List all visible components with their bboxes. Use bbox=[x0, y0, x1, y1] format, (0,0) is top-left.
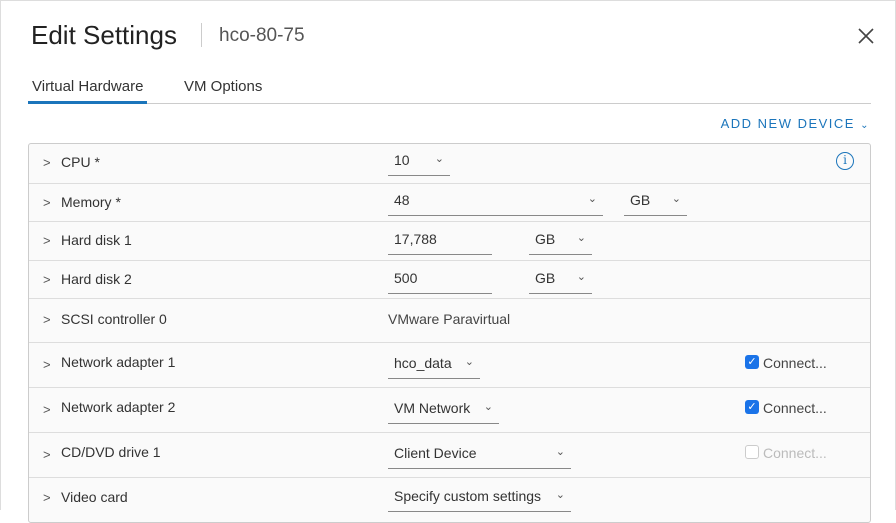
vm-name: hco-80-75 bbox=[219, 25, 305, 47]
row-hard-disk-1: > Hard disk 1 17,788 GB ⌄ bbox=[29, 222, 870, 261]
row-network-adapter-1: > Network adapter 1 hco_data ⌄ ✓ Connect.… bbox=[29, 343, 870, 388]
connect-checkbox[interactable]: ✓ bbox=[745, 400, 759, 414]
hard-disk-1-unit-select[interactable]: GB ⌄ bbox=[529, 231, 592, 255]
row-cd-dvd-drive: > CD/DVD drive 1 Client Device ⌄ Connect.… bbox=[29, 433, 870, 478]
add-new-device-label: ADD NEW DEVICE bbox=[721, 116, 855, 131]
hardware-table: > CPU * 10 ⌄ i > Memory * 48 ⌄ GB ⌄ > Hard … bbox=[28, 143, 871, 523]
video-card-select[interactable]: Specify custom settings ⌄ bbox=[388, 488, 571, 512]
row-label: CD/DVD drive 1 bbox=[61, 444, 161, 460]
unit-value: GB bbox=[535, 231, 555, 247]
close-icon[interactable] bbox=[856, 26, 876, 46]
connect-checkbox[interactable]: ✓ bbox=[745, 355, 759, 369]
cd-dvd-select[interactable]: Client Device ⌄ bbox=[388, 445, 571, 469]
cpu-value: 10 bbox=[394, 152, 410, 168]
network-2-select[interactable]: VM Network ⌄ bbox=[388, 400, 499, 424]
title-divider bbox=[201, 23, 202, 47]
tab-bar: Virtual Hardware VM Options bbox=[28, 76, 871, 104]
row-label: Memory * bbox=[61, 194, 121, 210]
chevron-down-icon: ⌄ bbox=[577, 270, 586, 283]
expand-chevron-icon[interactable]: > bbox=[43, 312, 51, 327]
row-label: Video card bbox=[61, 489, 128, 505]
row-label: Hard disk 1 bbox=[61, 232, 132, 248]
expand-chevron-icon[interactable]: > bbox=[43, 357, 51, 372]
row-label: SCSI controller 0 bbox=[61, 311, 167, 327]
network-value: hco_data bbox=[394, 355, 452, 371]
scsi-type: VMware Paravirtual bbox=[388, 311, 510, 327]
size-value: 17,788 bbox=[394, 231, 437, 247]
chevron-down-icon: ⌄ bbox=[465, 355, 474, 368]
chevron-down-icon: ⌄ bbox=[556, 445, 565, 458]
cpu-select[interactable]: 10 ⌄ bbox=[388, 152, 450, 176]
add-new-device-button[interactable]: ADD NEW DEVICE ⌄ bbox=[721, 116, 870, 131]
hard-disk-1-size-input[interactable]: 17,788 bbox=[388, 231, 492, 255]
row-video-card: > Video card Specify custom settings ⌄ bbox=[29, 478, 870, 523]
row-hard-disk-2: > Hard disk 2 500 GB ⌄ bbox=[29, 261, 870, 299]
memory-value: 48 bbox=[394, 192, 410, 208]
row-network-adapter-2: > Network adapter 2 VM Network ⌄ ✓ Connec… bbox=[29, 388, 870, 433]
row-cpu: > CPU * 10 ⌄ i bbox=[29, 144, 870, 184]
video-value: Specify custom settings bbox=[394, 488, 541, 504]
connect-label: Connect... bbox=[763, 400, 827, 416]
expand-chevron-icon[interactable]: > bbox=[43, 195, 51, 210]
expand-chevron-icon[interactable]: > bbox=[43, 233, 51, 248]
memory-unit-select[interactable]: GB ⌄ bbox=[624, 192, 687, 216]
row-scsi-controller: > SCSI controller 0 VMware Paravirtual bbox=[29, 299, 870, 343]
row-label: CPU * bbox=[61, 154, 100, 170]
chevron-down-icon: ⌄ bbox=[588, 192, 597, 205]
expand-chevron-icon[interactable]: > bbox=[43, 447, 51, 462]
connect-label: Connect... bbox=[763, 445, 827, 461]
network-1-select[interactable]: hco_data ⌄ bbox=[388, 355, 480, 379]
dialog-title: Edit Settings bbox=[31, 20, 177, 51]
hard-disk-2-size-input[interactable]: 500 bbox=[388, 270, 492, 294]
size-value: 500 bbox=[394, 270, 417, 286]
chevron-down-icon: ⌄ bbox=[484, 400, 493, 413]
row-label: Network adapter 1 bbox=[61, 354, 175, 370]
memory-input[interactable]: 48 ⌄ bbox=[388, 192, 603, 216]
network-value: VM Network bbox=[394, 400, 470, 416]
cd-value: Client Device bbox=[394, 445, 476, 461]
expand-chevron-icon[interactable]: > bbox=[43, 155, 51, 170]
connect-label: Connect... bbox=[763, 355, 827, 371]
chevron-down-icon: ⌄ bbox=[556, 488, 565, 501]
expand-chevron-icon[interactable]: > bbox=[43, 272, 51, 287]
info-icon[interactable]: i bbox=[836, 152, 854, 170]
chevron-down-icon: ⌄ bbox=[577, 231, 586, 244]
hard-disk-2-unit-select[interactable]: GB ⌄ bbox=[529, 270, 592, 294]
expand-chevron-icon[interactable]: > bbox=[43, 402, 51, 417]
chevron-down-icon: ⌄ bbox=[672, 192, 681, 205]
row-memory: > Memory * 48 ⌄ GB ⌄ bbox=[29, 184, 870, 222]
chevron-down-icon: ⌄ bbox=[435, 152, 444, 165]
unit-value: GB bbox=[535, 270, 555, 286]
chevron-down-icon: ⌄ bbox=[860, 120, 870, 131]
unit-value: GB bbox=[630, 192, 650, 208]
connect-checkbox bbox=[745, 445, 759, 459]
expand-chevron-icon[interactable]: > bbox=[43, 490, 51, 505]
row-label: Hard disk 2 bbox=[61, 271, 132, 287]
row-label: Network adapter 2 bbox=[61, 399, 175, 415]
tab-vm-options[interactable]: VM Options bbox=[184, 78, 262, 104]
tab-virtual-hardware[interactable]: Virtual Hardware bbox=[28, 78, 147, 104]
